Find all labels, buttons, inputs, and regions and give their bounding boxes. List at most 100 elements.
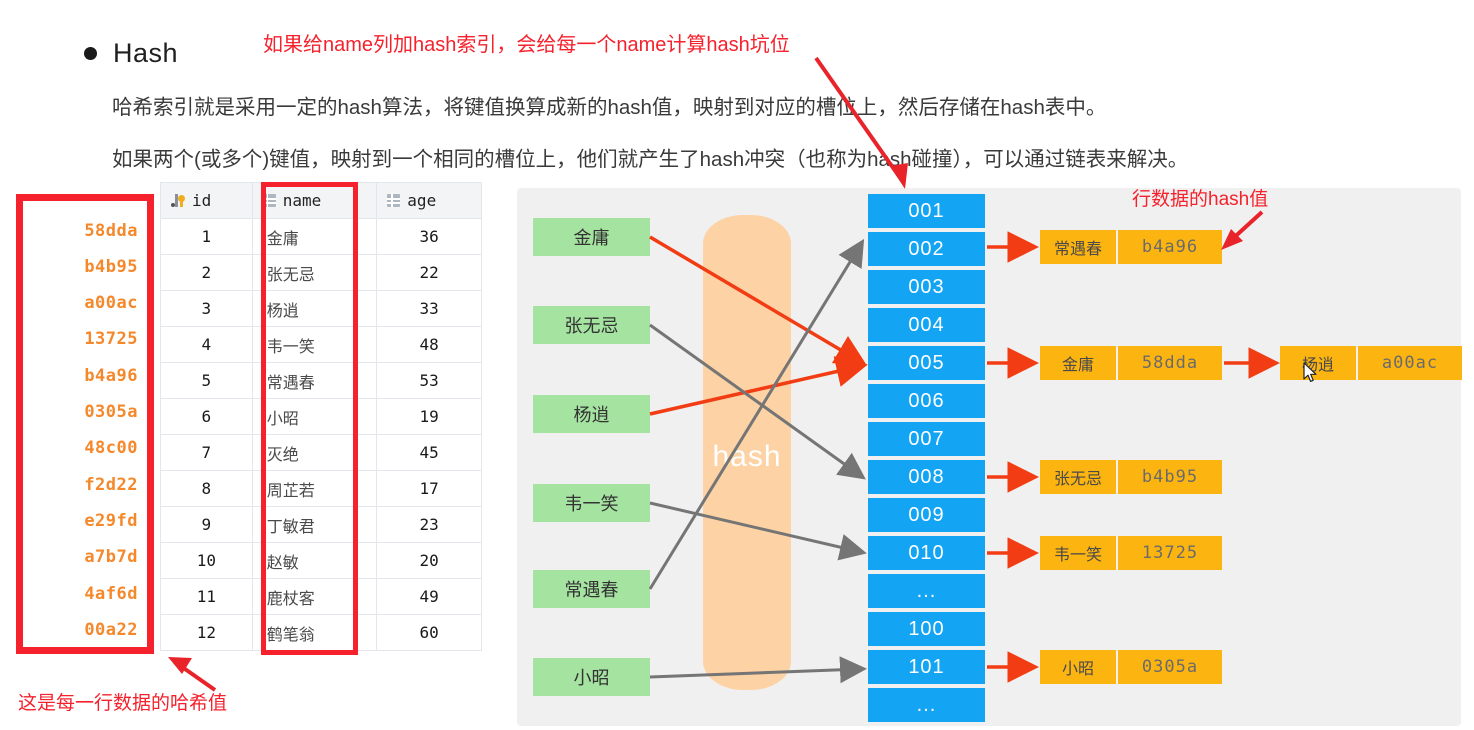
column-header-name[interactable]: name [251,182,378,219]
cell-name: 赵敏 [251,542,378,579]
hash-slot[interactable]: ... [868,574,985,608]
table-row[interactable]: 4 韦一笑 48 [160,326,482,363]
cell-id: 3 [160,290,253,327]
hash-slot[interactable]: 006 [868,384,985,418]
hash-slot[interactable]: 007 [868,422,985,456]
hash-slot[interactable]: 001 [868,194,985,228]
column-header-age[interactable]: age [376,182,482,219]
bucket-entry-name: 常遇春 [1040,230,1118,264]
hash-slot[interactable]: 005 [868,346,985,380]
column-header-label: id [192,191,212,210]
bucket-entry-name: 金庸 [1040,346,1118,380]
bucket-entry[interactable]: 小昭 0305a [1040,650,1222,684]
cell-id: 9 [160,506,253,543]
cell-id: 2 [160,254,253,291]
hash-diagram-panel [517,188,1461,726]
cell-id: 12 [160,614,253,651]
cell-name: 鹤笔翁 [251,614,378,651]
table-header-row: id name age [160,182,482,219]
table-body: 1 金庸 36 2 张无忌 22 3 杨逍 33 4 韦一笑 48 5 常遇春 53 6 小昭 19 7… [160,218,482,651]
bucket-entry[interactable]: 金庸 58dda [1040,346,1222,380]
table-row[interactable]: 5 常遇春 53 [160,362,482,399]
cell-name: 鹿杖客 [251,578,378,615]
cell-id: 1 [160,218,253,255]
bucket-entry[interactable]: 张无忌 b4b95 [1040,460,1222,494]
paragraph-2: 如果两个(或多个)键值，映射到一个相同的槽位上，他们就产生了hash冲突（也称为… [112,148,1189,171]
table-row[interactable]: 6 小昭 19 [160,398,482,435]
cell-id: 8 [160,470,253,507]
cell-id: 6 [160,398,253,435]
grid-icon [387,194,401,207]
cell-name: 金庸 [251,218,378,255]
bucket-entry-hash: b4b95 [1141,467,1199,487]
cell-age: 60 [376,614,482,651]
bucket-entry-hash: b4a96 [1141,237,1199,257]
cell-age: 19 [376,398,482,435]
bucket-entry[interactable]: 常遇春 b4a96 [1040,230,1222,264]
cell-id: 5 [160,362,253,399]
table-row[interactable]: 1 金庸 36 [160,218,482,255]
input-name-box[interactable]: 金庸 [533,218,650,256]
bucket-entry-hash: a00ac [1381,353,1439,373]
cell-age: 17 [376,470,482,507]
table-row[interactable]: 11 鹿杖客 49 [160,578,482,615]
input-name-box[interactable]: 韦一笑 [533,484,650,522]
mouse-cursor [1303,362,1317,382]
key-icon [171,194,185,207]
heading-row: Hash [84,40,178,67]
bucket-entry[interactable]: 韦一笑 13725 [1040,536,1222,570]
input-name-box[interactable]: 常遇春 [533,570,650,608]
hash-slot[interactable]: 100 [868,612,985,646]
cell-name: 常遇春 [251,362,378,399]
hash-slot[interactable]: 008 [868,460,985,494]
bucket-entry-hash: 0305a [1141,657,1199,677]
cell-name: 杨逍 [251,290,378,327]
hash-slot[interactable]: 009 [868,498,985,532]
hash-slot[interactable]: 002 [868,232,985,266]
cell-name: 丁敏君 [251,506,378,543]
annotation-row-hash: 行数据的hash值 [1132,189,1269,210]
input-name-box[interactable]: 杨逍 [533,395,650,433]
grid-icon [262,194,276,207]
slide-page: Hash 哈希索引就是采用一定的hash算法，将键值换算成新的hash值，映射到… [0,0,1474,730]
hash-slot[interactable]: 101 [868,650,985,684]
annotation-arrow-bottom-left [168,657,217,692]
paragraph-1: 哈希索引就是采用一定的hash算法，将键值换算成新的hash值，映射到对应的槽位… [112,96,1107,119]
column-header-label: age [407,191,437,210]
table-row[interactable]: 9 丁敏君 23 [160,506,482,543]
bucket-entry-name: 张无忌 [1040,460,1118,494]
table-row[interactable]: 10 赵敏 20 [160,542,482,579]
hash-slot[interactable]: 010 [868,536,985,570]
cell-age: 23 [376,506,482,543]
hash-slot[interactable]: 004 [868,308,985,342]
input-name-box[interactable]: 张无忌 [533,306,650,344]
hash-slot[interactable]: ... [868,688,985,722]
bucket-entry-hash: 13725 [1141,543,1199,563]
table-row[interactable]: 3 杨逍 33 [160,290,482,327]
cell-name: 小昭 [251,398,378,435]
column-header-id[interactable]: id [160,182,253,219]
cell-age: 22 [376,254,482,291]
page-title: Hash [113,38,179,68]
input-name-box[interactable]: 小昭 [533,658,650,696]
table-row[interactable]: 2 张无忌 22 [160,254,482,291]
cell-age: 53 [376,362,482,399]
cell-age: 48 [376,326,482,363]
table-row[interactable]: 12 鹤笔翁 60 [160,614,482,651]
cell-id: 7 [160,434,253,471]
cell-age: 49 [376,578,482,615]
cell-id: 11 [160,578,253,615]
column-header-label: name [282,191,322,210]
cell-id: 4 [160,326,253,363]
annotation-bottom-left: 这是每一行数据的哈希值 [18,693,228,714]
table-row[interactable]: 8 周芷若 17 [160,470,482,507]
hash-slot[interactable]: 003 [868,270,985,304]
cell-name: 灭绝 [251,434,378,471]
table-row[interactable]: 7 灭绝 45 [160,434,482,471]
bucket-entry-hash: 58dda [1141,353,1199,373]
bucket-entry-name: 韦一笑 [1040,536,1118,570]
hash-column-highlight-box [16,194,154,654]
cell-age: 33 [376,290,482,327]
cell-id: 10 [160,542,253,579]
hash-funnel-label: hash [712,440,782,473]
